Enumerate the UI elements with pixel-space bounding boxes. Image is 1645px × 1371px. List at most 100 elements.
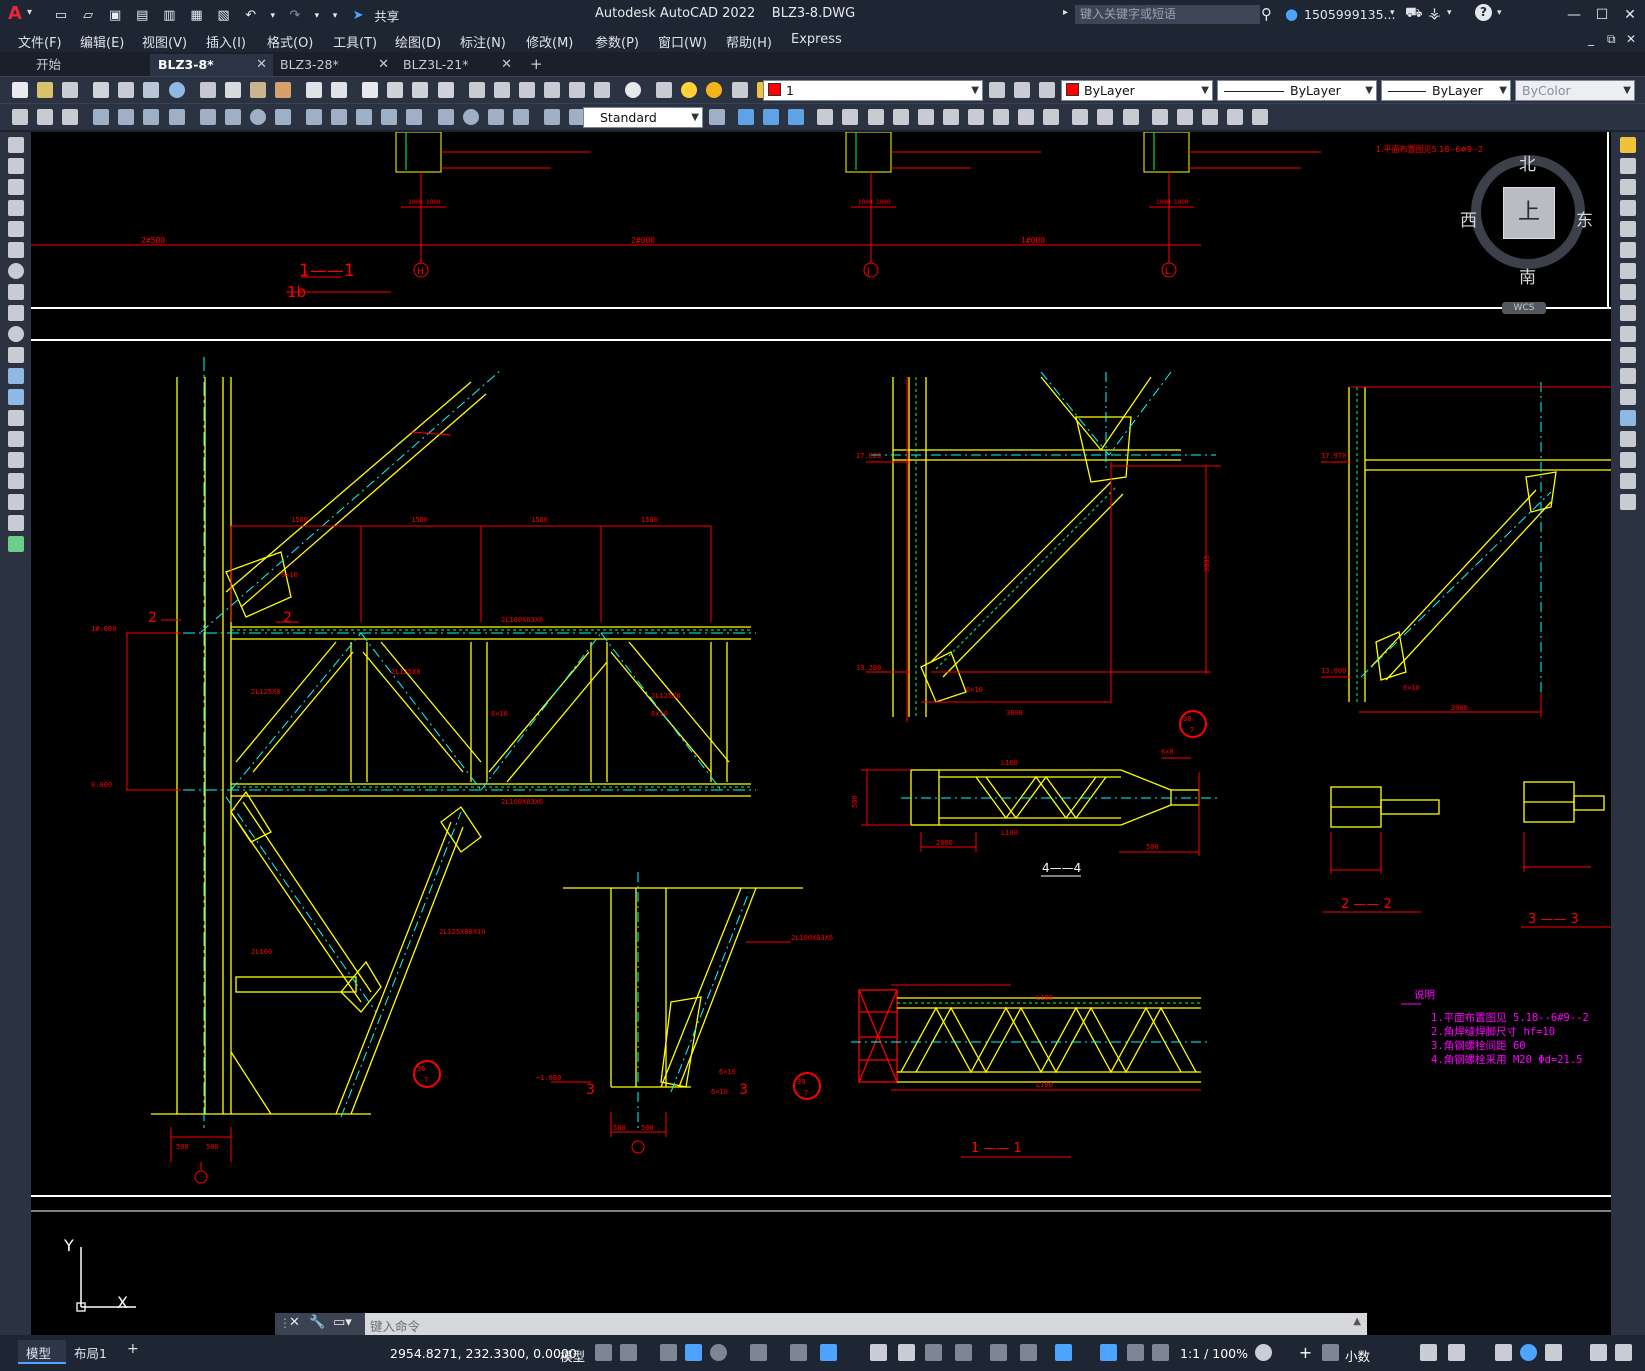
layer-manager-icon[interactable] bbox=[656, 82, 673, 98]
extend-object-icon[interactable] bbox=[1620, 347, 1636, 363]
user-name[interactable]: 1505999135... bbox=[1304, 7, 1395, 22]
redo-icon[interactable] bbox=[331, 82, 348, 98]
ellipse-icon[interactable] bbox=[7, 326, 24, 342]
sheet-set-icon[interactable] bbox=[543, 82, 560, 98]
wcs-menu[interactable]: WCS bbox=[1502, 302, 1546, 314]
paste-icon[interactable] bbox=[249, 82, 266, 98]
hardware-acceleration-icon[interactable] bbox=[1520, 1344, 1537, 1361]
user-dropdown-icon[interactable]: ▾ bbox=[1390, 8, 1395, 18]
tab-blz3-8[interactable]: BLZ3-8* ✕ bbox=[150, 54, 273, 76]
chamfer-icon[interactable] bbox=[1018, 109, 1035, 125]
stretch-object-icon[interactable] bbox=[1620, 305, 1636, 321]
copy-icon[interactable] bbox=[224, 82, 241, 98]
aligned-dim-icon[interactable] bbox=[118, 109, 135, 125]
jogged-linear-icon[interactable] bbox=[512, 109, 529, 125]
layer-viewport-icon[interactable] bbox=[731, 82, 748, 98]
osnap-tracking-icon[interactable] bbox=[790, 1344, 807, 1361]
publish-icon[interactable] bbox=[143, 82, 160, 98]
new-file-icon[interactable]: ▭ bbox=[52, 7, 70, 25]
fillet-icon[interactable] bbox=[1043, 109, 1060, 125]
move-object-icon[interactable] bbox=[1620, 242, 1636, 258]
autodesk-app-icon[interactable]: ⚶ bbox=[1428, 4, 1441, 22]
open-icon[interactable] bbox=[37, 82, 54, 98]
settings-gear-icon[interactable] bbox=[1255, 1344, 1272, 1361]
xline-icon[interactable] bbox=[7, 158, 24, 174]
rectangle-icon[interactable] bbox=[7, 221, 24, 237]
menu-edit[interactable]: 编辑(E) bbox=[80, 32, 124, 51]
union-icon[interactable] bbox=[763, 109, 780, 125]
dynamic-ucs-icon[interactable] bbox=[990, 1344, 1007, 1361]
radius-dim-icon[interactable] bbox=[199, 109, 216, 125]
properties-icon[interactable] bbox=[468, 82, 485, 98]
line-icon[interactable] bbox=[7, 137, 24, 153]
menu-dimension[interactable]: 标注(N) bbox=[460, 32, 506, 51]
quick-properties-icon[interactable] bbox=[1420, 1344, 1437, 1361]
layer-match-icon[interactable] bbox=[1014, 82, 1031, 98]
layer-freeze-icon[interactable] bbox=[706, 82, 723, 98]
subtract-icon[interactable] bbox=[788, 109, 805, 125]
undo-icon[interactable]: ↶ bbox=[242, 7, 260, 25]
stretch-icon[interactable] bbox=[892, 109, 909, 125]
plot-icon[interactable]: ▧ bbox=[215, 7, 233, 25]
menu-tools[interactable]: 工具(T) bbox=[333, 32, 377, 51]
customize-qa-icon[interactable]: ▾ bbox=[330, 7, 340, 25]
menu-draw[interactable]: 绘图(D) bbox=[395, 32, 441, 51]
materials-icon[interactable] bbox=[1097, 109, 1114, 125]
osnap-icon[interactable] bbox=[820, 1344, 837, 1361]
fillet-object-icon[interactable] bbox=[1620, 452, 1636, 468]
qnew-icon[interactable] bbox=[37, 109, 54, 125]
search-expand-icon[interactable]: ▸ bbox=[1063, 7, 1068, 18]
tolerance-icon[interactable] bbox=[437, 109, 454, 125]
chamfer-object-icon[interactable] bbox=[1620, 431, 1636, 447]
drawing-canvas[interactable]: 2#500 2#000 1#000 1000 1000 1000 1000 1000 1… bbox=[31, 132, 1611, 1335]
snap-icon[interactable] bbox=[620, 1344, 637, 1361]
viewcube-east[interactable]: 东 bbox=[1576, 206, 1593, 231]
markup-icon[interactable] bbox=[568, 82, 585, 98]
gizmo-icon[interactable] bbox=[1055, 1344, 1072, 1361]
zoom-window-icon[interactable] bbox=[412, 82, 429, 98]
make-block-icon[interactable] bbox=[7, 389, 24, 405]
text-style-dropdown[interactable]: Standard ▼ bbox=[583, 107, 703, 128]
insert-block-icon[interactable] bbox=[7, 368, 24, 384]
help-icon[interactable]: ? bbox=[1475, 4, 1492, 21]
break-icon[interactable] bbox=[967, 109, 984, 125]
tab-layout1[interactable]: 布局1 bbox=[74, 1343, 107, 1362]
view-icon[interactable] bbox=[1251, 109, 1268, 125]
layers-icon[interactable] bbox=[62, 109, 79, 125]
viewcube-north[interactable]: 北 bbox=[1519, 150, 1536, 175]
recent-commands-icon[interactable]: ▭▾ bbox=[333, 1315, 352, 1330]
command-scroll-icon[interactable]: ▲ bbox=[1353, 1316, 1361, 1327]
baseline-dim-icon[interactable] bbox=[331, 109, 348, 125]
ortho-icon[interactable] bbox=[685, 1344, 702, 1361]
new-icon[interactable] bbox=[12, 82, 28, 98]
redo-icon[interactable]: ↷ bbox=[286, 7, 304, 25]
calculator-icon[interactable] bbox=[594, 82, 611, 98]
diameter-dim-icon[interactable] bbox=[249, 109, 266, 125]
pan-icon[interactable] bbox=[362, 82, 379, 98]
trim-icon[interactable] bbox=[917, 109, 934, 125]
save-icon[interactable] bbox=[62, 82, 79, 98]
zoom-previous-icon[interactable] bbox=[437, 82, 454, 98]
help-dropdown-icon[interactable]: ▾ bbox=[1497, 8, 1502, 18]
spline-icon[interactable] bbox=[7, 305, 24, 321]
mtext-icon[interactable] bbox=[7, 515, 24, 531]
help-icon[interactable] bbox=[625, 82, 642, 98]
tab-start[interactable]: 开始 bbox=[28, 54, 151, 76]
polyline-icon[interactable] bbox=[7, 179, 24, 195]
center-mark-icon[interactable] bbox=[462, 109, 479, 125]
viewcube-face[interactable]: 上 bbox=[1503, 187, 1555, 239]
menu-parametric[interactable]: 参数(P) bbox=[595, 32, 639, 51]
move-icon[interactable] bbox=[817, 109, 834, 125]
join-icon[interactable] bbox=[993, 109, 1010, 125]
undo-dropdown-icon[interactable]: ▾ bbox=[269, 7, 277, 25]
isolate-objects-icon[interactable] bbox=[1495, 1344, 1512, 1361]
print-icon[interactable] bbox=[93, 82, 110, 98]
linear-dim-icon[interactable] bbox=[93, 109, 110, 125]
menu-view[interactable]: 视图(V) bbox=[142, 32, 187, 51]
clean-screen-icon[interactable] bbox=[1545, 1344, 1562, 1361]
menu-insert[interactable]: 插入(I) bbox=[206, 32, 246, 51]
tab-close-icon[interactable]: ✕ bbox=[378, 54, 389, 76]
new-tab-button[interactable]: + bbox=[530, 55, 543, 73]
save-web-icon[interactable]: ▦ bbox=[187, 7, 205, 25]
revcloud-icon[interactable] bbox=[7, 284, 24, 300]
